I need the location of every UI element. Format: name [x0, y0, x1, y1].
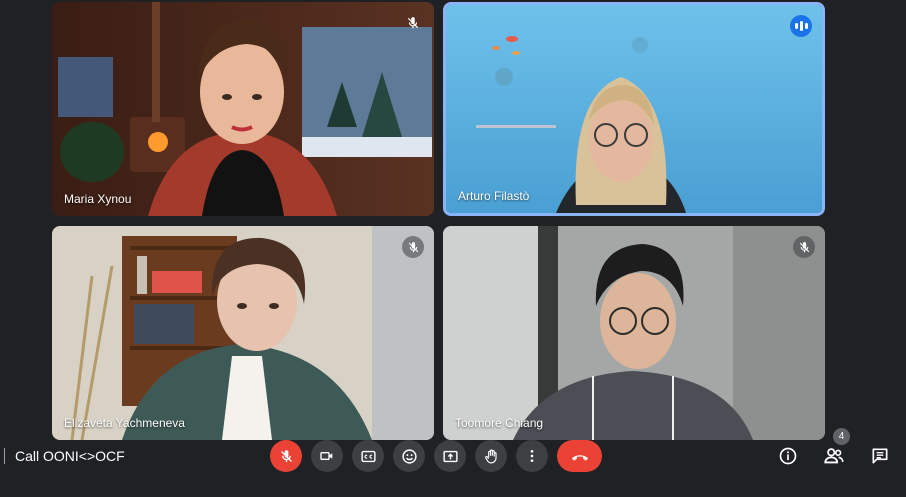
- participant-count-badge: 4: [833, 428, 850, 445]
- participant-name: Toomore Chiang: [455, 416, 544, 430]
- closed-captions-icon: [360, 450, 376, 462]
- call-controls: [270, 440, 602, 472]
- reactions-button[interactable]: [393, 440, 425, 472]
- participant-tile-maria-xynou[interactable]: Maria Xynou: [52, 2, 434, 216]
- meeting-details-button[interactable]: [774, 442, 802, 470]
- muted-indicator: [402, 236, 424, 258]
- present-screen-button[interactable]: [434, 440, 466, 472]
- audio-level-icon: [794, 21, 808, 31]
- speaking-indicator: [790, 15, 812, 37]
- people-icon: [824, 448, 844, 464]
- meeting-title: Call OONI<>OCF: [0, 446, 125, 466]
- mic-off-icon: [407, 17, 419, 29]
- more-options-button[interactable]: [516, 440, 548, 472]
- muted-indicator: [793, 236, 815, 258]
- emoji-icon: [401, 448, 417, 464]
- mic-off-icon: [408, 241, 418, 252]
- participant-name: Maria Xynou: [64, 192, 132, 206]
- raise-hand-button[interactable]: [475, 440, 507, 472]
- meeting-title-text: Call OONI<>OCF: [15, 448, 125, 464]
- bottom-control-bar: Call OONI<>OCF 4: [0, 428, 906, 497]
- side-panel-controls: 4: [774, 428, 894, 472]
- participant-video: [52, 2, 434, 216]
- divider: [4, 448, 5, 464]
- participant-name: Arturo Filastò: [458, 189, 530, 203]
- microphone-toggle-button[interactable]: [270, 440, 302, 472]
- end-call-icon: [571, 455, 588, 461]
- participant-tile-elizaveta-yachmeneva[interactable]: Elizaveta Yachmeneva: [52, 226, 434, 440]
- participant-name: Elizaveta Yachmeneva: [64, 416, 185, 430]
- chat-icon: [872, 448, 888, 464]
- participant-tile-toomore-chiang[interactable]: Toomore Chiang: [443, 226, 825, 440]
- captions-button[interactable]: [352, 440, 384, 472]
- participant-video: [443, 226, 825, 440]
- present-screen-icon: [442, 450, 458, 462]
- raise-hand-icon: [484, 448, 497, 463]
- chat-button[interactable]: [866, 442, 894, 470]
- camera-icon: [320, 452, 333, 460]
- mic-off-icon: [799, 241, 809, 252]
- info-icon: [779, 447, 797, 465]
- end-call-button[interactable]: [557, 440, 602, 472]
- participant-tile-arturo-filasto[interactable]: Arturo Filastò: [443, 2, 825, 216]
- people-button[interactable]: 4: [820, 428, 850, 470]
- camera-toggle-button[interactable]: [311, 440, 343, 472]
- muted-indicator: [402, 12, 424, 34]
- mic-off-icon: [280, 449, 292, 462]
- more-options-icon: [530, 450, 534, 462]
- participant-video: [52, 226, 434, 440]
- participant-video: [446, 5, 822, 213]
